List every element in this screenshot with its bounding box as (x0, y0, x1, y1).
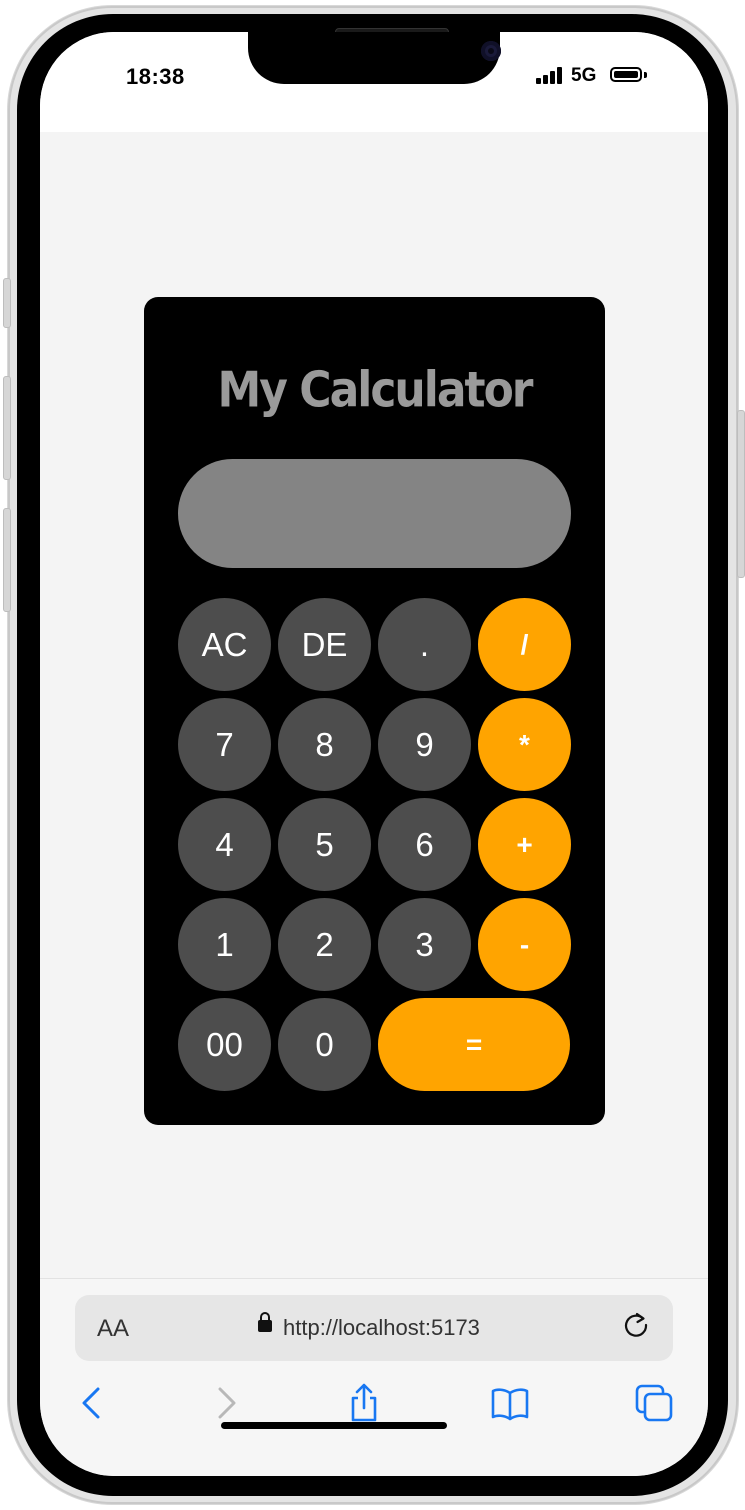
key-5[interactable]: 5 (278, 798, 371, 891)
action-button (3, 278, 11, 328)
network-type: 5G (571, 65, 597, 86)
key-6[interactable]: 6 (378, 798, 471, 891)
volume-up-button (3, 376, 11, 480)
key-1[interactable]: 1 (178, 898, 271, 991)
key-9[interactable]: 9 (378, 698, 471, 791)
web-content: My Calculator AC DE . / 7 8 9 * 4 5 6 + … (40, 132, 708, 1278)
key-0[interactable]: 0 (278, 998, 371, 1091)
status-time: 18:38 (126, 64, 185, 89)
lock-icon (258, 1312, 272, 1332)
key-subtract[interactable]: - (478, 898, 571, 991)
power-button (737, 410, 745, 578)
home-indicator (221, 1422, 447, 1429)
dynamic-notch (248, 32, 501, 84)
calculator-display (178, 459, 571, 568)
key-equals[interactable]: = (378, 998, 570, 1091)
text-size-label: AA (97, 1315, 130, 1342)
key-7[interactable]: 7 (178, 698, 271, 791)
battery-icon (610, 67, 642, 82)
screen: 18:38 5G My Calculator AC DE . / 7 8 9 *… (40, 32, 708, 1476)
key-add[interactable]: + (478, 798, 571, 891)
front-camera (481, 41, 501, 61)
address-bar[interactable]: AA http://localhost:5173 (75, 1295, 673, 1361)
calculator: My Calculator AC DE . / 7 8 9 * 4 5 6 + … (144, 297, 605, 1125)
browser-toolbar: AA http://localhost:5173 (40, 1278, 708, 1476)
key-ac[interactable]: AC (178, 598, 271, 691)
key-4[interactable]: 4 (178, 798, 271, 891)
share-icon[interactable] (344, 1383, 384, 1423)
volume-down-button (3, 508, 11, 612)
key-3[interactable]: 3 (378, 898, 471, 991)
battery-tip (644, 72, 647, 78)
back-icon[interactable] (72, 1383, 112, 1423)
signal-icon (536, 67, 564, 84)
bookmarks-icon[interactable] (490, 1383, 530, 1423)
calculator-title: My Calculator (217, 361, 534, 420)
key-decimal[interactable]: . (378, 598, 471, 691)
text-size-button[interactable]: AA (97, 1315, 129, 1343)
key-00[interactable]: 00 (178, 998, 271, 1091)
forward-icon[interactable] (206, 1383, 246, 1423)
key-multiply[interactable]: * (478, 698, 571, 791)
key-2[interactable]: 2 (278, 898, 371, 991)
key-delete[interactable]: DE (278, 598, 371, 691)
reload-icon[interactable] (621, 1310, 651, 1340)
tabs-icon[interactable] (634, 1383, 674, 1423)
url-text: http://localhost:5173 (283, 1315, 480, 1340)
key-8[interactable]: 8 (278, 698, 371, 791)
key-divide[interactable]: / (478, 598, 571, 691)
